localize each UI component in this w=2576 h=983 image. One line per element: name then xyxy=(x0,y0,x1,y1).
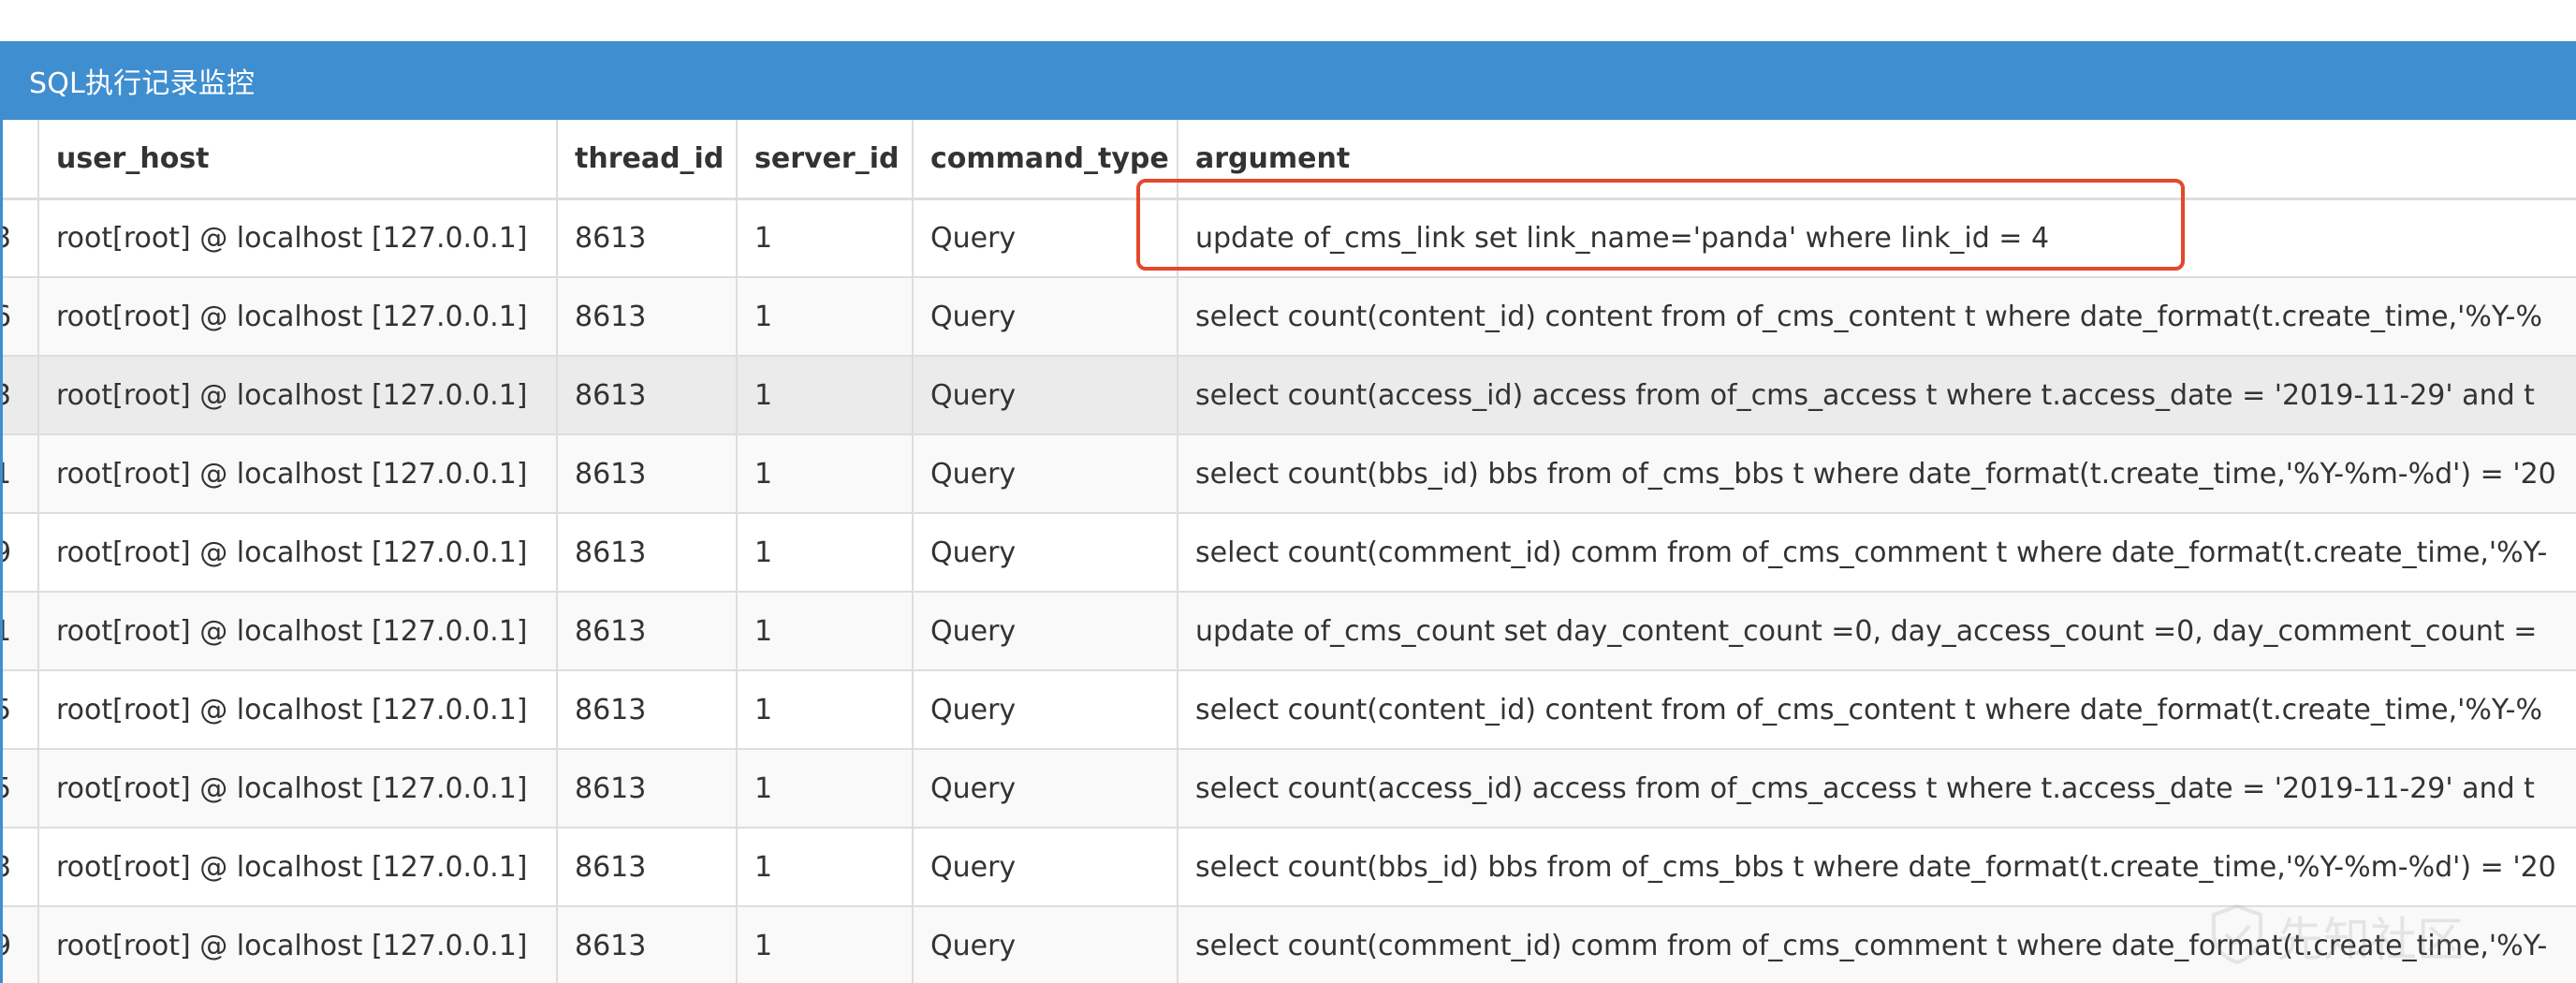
table-row[interactable]: 3 root[root] @ localhost [127.0.0.1] 861… xyxy=(3,198,2576,278)
cell-server-id: 1 xyxy=(737,670,914,750)
cell-argument: select count(content_id) content from of… xyxy=(1178,670,2576,750)
cell-command-type: Query xyxy=(913,906,1178,983)
cell-command-type: Query xyxy=(913,592,1178,671)
cell-server-id: 1 xyxy=(737,749,914,829)
cell-command-type: Query xyxy=(913,434,1178,514)
cell-command-type: Query xyxy=(913,670,1178,750)
cell-command-type: Query xyxy=(913,277,1178,357)
cell-user-host: root[root] @ localhost [127.0.0.1] xyxy=(38,906,558,983)
sql-monitor-panel: SQL执行记录监控 user_host thread_id server_id … xyxy=(0,41,2576,983)
table-row[interactable]: 1 root[root] @ localhost [127.0.0.1] 861… xyxy=(3,434,2576,514)
page: SQL执行记录监控 user_host thread_id server_id … xyxy=(0,0,2576,983)
cell-command-type: Query xyxy=(913,356,1178,435)
cell-command-type: Query xyxy=(913,828,1178,907)
table-row[interactable]: 3 root[root] @ localhost [127.0.0.1] 861… xyxy=(3,828,2576,907)
cell-id: 3 xyxy=(3,198,39,278)
cell-thread-id: 8613 xyxy=(557,749,738,829)
cell-argument: select count(bbs_id) bbs from of_cms_bbs… xyxy=(1178,434,2576,514)
cell-user-host: root[root] @ localhost [127.0.0.1] xyxy=(38,513,558,593)
cell-thread-id: 8613 xyxy=(557,434,738,514)
cell-argument: select count(comment_id) comm from of_cm… xyxy=(1178,906,2576,983)
cell-thread-id: 8613 xyxy=(557,670,738,750)
cell-id: 6 xyxy=(3,277,39,357)
column-header-argument[interactable]: argument xyxy=(1178,120,2576,200)
cell-server-id: 1 xyxy=(737,906,914,983)
cell-server-id: 1 xyxy=(737,592,914,671)
cell-user-host: root[root] @ localhost [127.0.0.1] xyxy=(38,434,558,514)
table-row[interactable]: 1 root[root] @ localhost [127.0.0.1] 861… xyxy=(3,592,2576,671)
cell-thread-id: 8613 xyxy=(557,356,738,435)
panel-header: SQL执行记录监控 xyxy=(3,41,2576,120)
cell-server-id: 1 xyxy=(737,198,914,278)
cell-server-id: 1 xyxy=(737,277,914,357)
cell-server-id: 1 xyxy=(737,356,914,435)
cell-command-type: Query xyxy=(913,749,1178,829)
cell-user-host: root[root] @ localhost [127.0.0.1] xyxy=(38,356,558,435)
cell-id: 1 xyxy=(3,592,39,671)
cell-argument: select count(comment_id) comm from of_cm… xyxy=(1178,513,2576,593)
column-header-command-type[interactable]: command_type xyxy=(913,120,1178,200)
cell-thread-id: 8613 xyxy=(557,592,738,671)
cell-id: 5 xyxy=(3,670,39,750)
cell-thread-id: 8613 xyxy=(557,277,738,357)
cell-thread-id: 8613 xyxy=(557,828,738,907)
cell-argument: update of_cms_count set day_content_coun… xyxy=(1178,592,2576,671)
panel-title: SQL执行记录监控 xyxy=(29,67,256,100)
cell-argument: select count(bbs_id) bbs from of_cms_bbs… xyxy=(1178,828,2576,907)
column-header-user-host[interactable]: user_host xyxy=(38,120,558,200)
cell-thread-id: 8613 xyxy=(557,906,738,983)
table-row[interactable]: 3 root[root] @ localhost [127.0.0.1] 861… xyxy=(3,356,2576,435)
cell-argument: update of_cms_link set link_name='panda'… xyxy=(1178,198,2576,278)
column-header-thread-id[interactable]: thread_id xyxy=(557,120,738,200)
cell-id: 1 xyxy=(3,434,39,514)
cell-server-id: 1 xyxy=(737,828,914,907)
cell-id: 9 xyxy=(3,513,39,593)
cell-user-host: root[root] @ localhost [127.0.0.1] xyxy=(38,592,558,671)
cell-thread-id: 8613 xyxy=(557,198,738,278)
cell-server-id: 1 xyxy=(737,434,914,514)
cell-id: 3 xyxy=(3,356,39,435)
cell-command-type: Query xyxy=(913,513,1178,593)
cell-thread-id: 8613 xyxy=(557,513,738,593)
top-strip xyxy=(0,0,2576,44)
table-row[interactable]: 9 root[root] @ localhost [127.0.0.1] 861… xyxy=(3,513,2576,593)
cell-id: 3 xyxy=(3,828,39,907)
cell-user-host: root[root] @ localhost [127.0.0.1] xyxy=(38,749,558,829)
table-row[interactable]: 6 root[root] @ localhost [127.0.0.1] 861… xyxy=(3,277,2576,357)
cell-argument: select count(access_id) access from of_c… xyxy=(1178,356,2576,435)
table-row[interactable]: 9 root[root] @ localhost [127.0.0.1] 861… xyxy=(3,906,2576,983)
column-header-id[interactable] xyxy=(3,120,39,200)
cell-user-host: root[root] @ localhost [127.0.0.1] xyxy=(38,198,558,278)
cell-argument: select count(access_id) access from of_c… xyxy=(1178,749,2576,829)
cell-command-type: Query xyxy=(913,198,1178,278)
table-row[interactable]: 5 root[root] @ localhost [127.0.0.1] 861… xyxy=(3,670,2576,750)
cell-server-id: 1 xyxy=(737,513,914,593)
sql-log-table: user_host thread_id server_id command_ty… xyxy=(3,120,2576,983)
cell-id: 9 xyxy=(3,906,39,983)
cell-user-host: root[root] @ localhost [127.0.0.1] xyxy=(38,277,558,357)
cell-user-host: root[root] @ localhost [127.0.0.1] xyxy=(38,828,558,907)
cell-id: 5 xyxy=(3,749,39,829)
column-header-server-id[interactable]: server_id xyxy=(737,120,914,200)
cell-user-host: root[root] @ localhost [127.0.0.1] xyxy=(38,670,558,750)
table-row[interactable]: 5 root[root] @ localhost [127.0.0.1] 861… xyxy=(3,749,2576,829)
cell-argument: select count(content_id) content from of… xyxy=(1178,277,2576,357)
table-header-row: user_host thread_id server_id command_ty… xyxy=(3,120,2576,200)
